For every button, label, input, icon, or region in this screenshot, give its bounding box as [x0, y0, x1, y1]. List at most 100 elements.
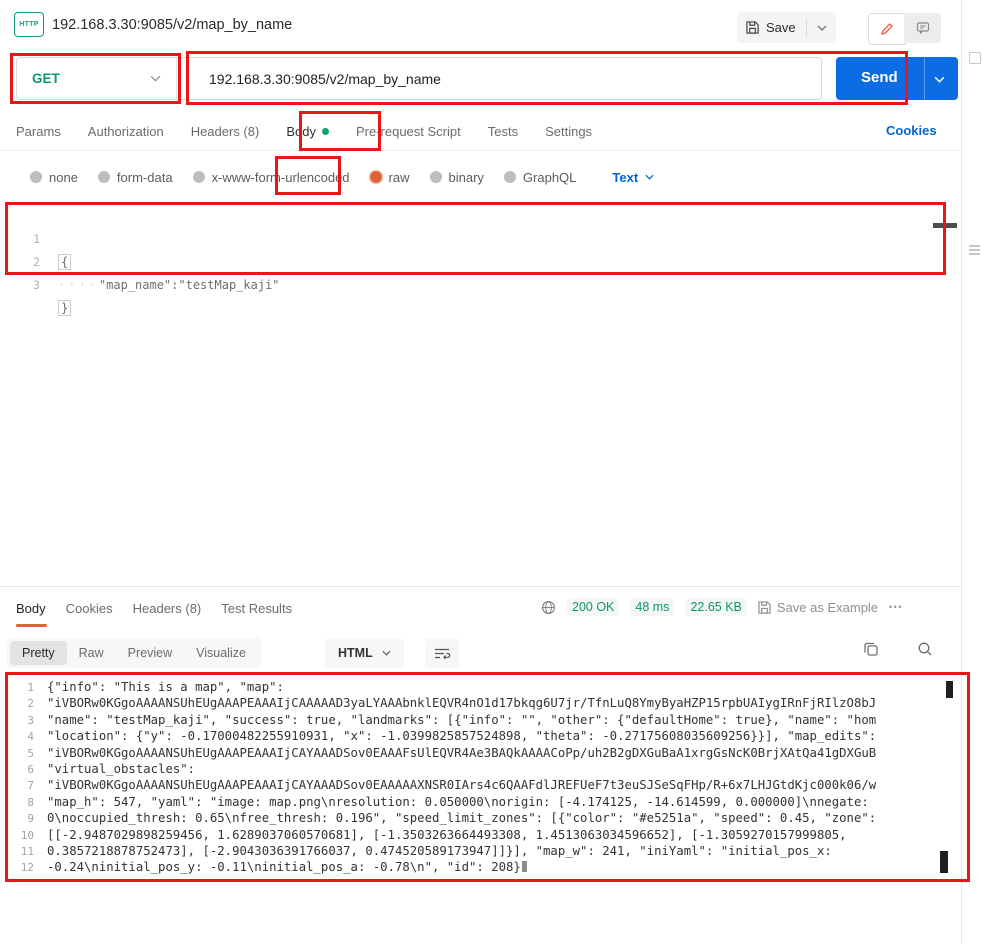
radio-icon	[98, 171, 110, 183]
copy-icon	[863, 641, 879, 657]
divider	[961, 0, 962, 944]
save-as-example-button[interactable]: Save as Example	[758, 600, 878, 615]
globe-icon[interactable]	[541, 600, 556, 615]
response-view-modes: Pretty Raw Preview Visualize	[7, 638, 261, 668]
mode-preview[interactable]: Preview	[116, 641, 184, 665]
active-tab-underline	[16, 624, 47, 627]
response-line: 6"virtual_obstacles":	[0, 761, 956, 777]
response-tabs: Body Cookies Headers (8) Test Results	[16, 592, 292, 624]
radio-icon	[430, 171, 442, 183]
radio-none[interactable]: none	[30, 170, 78, 185]
edit-mode-button[interactable]	[868, 13, 906, 45]
more-options-icon[interactable]: •••	[889, 602, 903, 612]
response-line: 12-0.24\ninitial_pos_y: -0.11\ninitial_p…	[0, 859, 956, 875]
response-meta: 200 OK 48 ms 22.65 KB Save as Example ••…	[541, 598, 903, 616]
radio-form-data[interactable]: form-data	[98, 170, 173, 185]
response-tab-body[interactable]: Body	[16, 601, 46, 616]
api-client-window: HTTP 192.168.3.30:9085/v2/map_by_name Sa…	[0, 0, 983, 944]
response-line: 8"map_h": 547, "yaml": "image: map.png\n…	[0, 794, 956, 810]
editor-line[interactable]: 3 }	[0, 251, 946, 274]
tab-body[interactable]: Body	[286, 124, 329, 139]
body-type-options: none form-data x-www-form-urlencoded raw…	[30, 160, 654, 194]
radio-selected-icon	[370, 171, 382, 183]
radio-binary[interactable]: binary	[430, 170, 484, 185]
response-scrollbar-thumb[interactable]	[946, 681, 953, 698]
http-method-icon: HTTP	[14, 12, 44, 37]
text-cursor	[522, 861, 527, 872]
response-line: 4"location": {"y": -0.17000482255910931,…	[0, 728, 956, 744]
request-tabs: Params Authorization Headers (8) Body Pr…	[16, 112, 592, 150]
editor-scrollbar-thumb[interactable]	[933, 223, 957, 228]
method-label: GET	[32, 71, 60, 86]
save-icon	[758, 601, 771, 614]
method-selector[interactable]: GET	[17, 58, 177, 99]
tab-headers[interactable]: Headers (8)	[191, 124, 260, 139]
tab-params[interactable]: Params	[16, 124, 61, 139]
radio-graphql[interactable]: GraphQL	[504, 170, 576, 185]
response-line: 110.3857218878752473], [-2.9043036391766…	[0, 843, 956, 859]
divider	[924, 57, 925, 100]
response-line: 2"iVBORw0KGgoAAAANSUhEUgAAAPEAAAIjCAAAAA…	[0, 695, 956, 711]
response-time: 48 ms	[630, 598, 674, 616]
radio-icon	[504, 171, 516, 183]
save-icon	[746, 21, 759, 34]
cookies-link[interactable]: Cookies	[886, 123, 937, 138]
sidebar-panel-icon[interactable]	[969, 52, 981, 64]
pencil-icon	[880, 22, 894, 36]
radio-x-www-form-urlencoded[interactable]: x-www-form-urlencoded	[193, 170, 350, 185]
request-url-bar: GET 192.168.3.30:9085/v2/map_by_name	[16, 57, 822, 100]
response-line: 3"name": "testMap_kaji", "success": true…	[0, 712, 956, 728]
divider	[0, 150, 961, 151]
tab-tests[interactable]: Tests	[488, 124, 518, 139]
search-response-button[interactable]	[917, 641, 933, 657]
search-icon	[917, 641, 933, 657]
response-line: 1{"info": "This is a map", "map":	[0, 679, 956, 695]
response-body-viewer[interactable]: 1{"info": "This is a map", "map": 2"iVBO…	[0, 679, 956, 876]
radio-icon	[193, 171, 205, 183]
mode-raw[interactable]: Raw	[67, 641, 116, 665]
send-label: Send	[861, 69, 898, 86]
response-line: 10[[-2.9487029898259456, 1.6289037060570…	[0, 827, 956, 843]
save-dropdown-chevron-down-icon[interactable]	[817, 25, 827, 31]
wrap-text-icon	[434, 647, 451, 660]
radio-raw[interactable]: raw	[370, 170, 410, 185]
mode-pretty[interactable]: Pretty	[10, 641, 67, 665]
radio-icon	[30, 171, 42, 183]
request-body-editor[interactable]: 1 { 2 ····"map_name":"testMap_kaji" 3 }	[0, 205, 946, 274]
tab-settings[interactable]: Settings	[545, 124, 592, 139]
response-scrollbar-thumb[interactable]	[940, 851, 948, 873]
status-badge: 200 OK	[567, 598, 619, 616]
raw-language-select[interactable]: Text	[612, 170, 654, 185]
chevron-down-icon	[645, 174, 654, 180]
comment-icon	[916, 21, 930, 35]
send-dropdown-chevron-down-icon[interactable]	[934, 76, 945, 83]
response-size: 22.65 KB	[685, 598, 746, 616]
response-line: 5"iVBORw0KGgoAAAANSUhEUgAAAPEAAAIjCAYAAA…	[0, 745, 956, 761]
send-button[interactable]: Send	[836, 57, 958, 100]
tab-authorization[interactable]: Authorization	[88, 124, 164, 139]
response-language-select[interactable]: HTML	[325, 638, 404, 668]
line-number: 3	[0, 274, 40, 297]
mode-visualize[interactable]: Visualize	[184, 641, 258, 665]
divider	[806, 19, 807, 37]
save-button[interactable]: Save	[737, 12, 836, 43]
response-tab-test-results[interactable]: Test Results	[221, 601, 292, 616]
chevron-down-icon	[382, 650, 391, 656]
editor-line[interactable]: 2 ····"map_name":"testMap_kaji"	[0, 228, 946, 251]
comments-button[interactable]	[904, 13, 941, 43]
method-chevron-down-icon	[150, 75, 161, 82]
body-modified-dot	[322, 128, 329, 135]
response-line: 90\noccupied_thresh: 0.65\nfree_thresh: …	[0, 810, 956, 826]
tab-pre-request-script[interactable]: Pre-request Script	[356, 124, 461, 139]
response-line: 7"iVBORw0KGgoAAAANSUhEUgAAAPEAAAIjCAYAAA…	[0, 777, 956, 793]
sidebar-list-icon[interactable]	[969, 245, 980, 247]
copy-response-button[interactable]	[863, 641, 879, 657]
response-tab-headers[interactable]: Headers (8)	[133, 601, 202, 616]
editor-line[interactable]: 1 {	[0, 205, 946, 228]
wrap-text-button[interactable]	[425, 638, 459, 668]
save-label: Save	[766, 20, 796, 35]
response-tab-cookies[interactable]: Cookies	[66, 601, 113, 616]
url-input[interactable]: 192.168.3.30:9085/v2/map_by_name	[193, 58, 441, 99]
request-title: 192.168.3.30:9085/v2/map_by_name	[52, 17, 292, 33]
divider	[0, 586, 961, 587]
